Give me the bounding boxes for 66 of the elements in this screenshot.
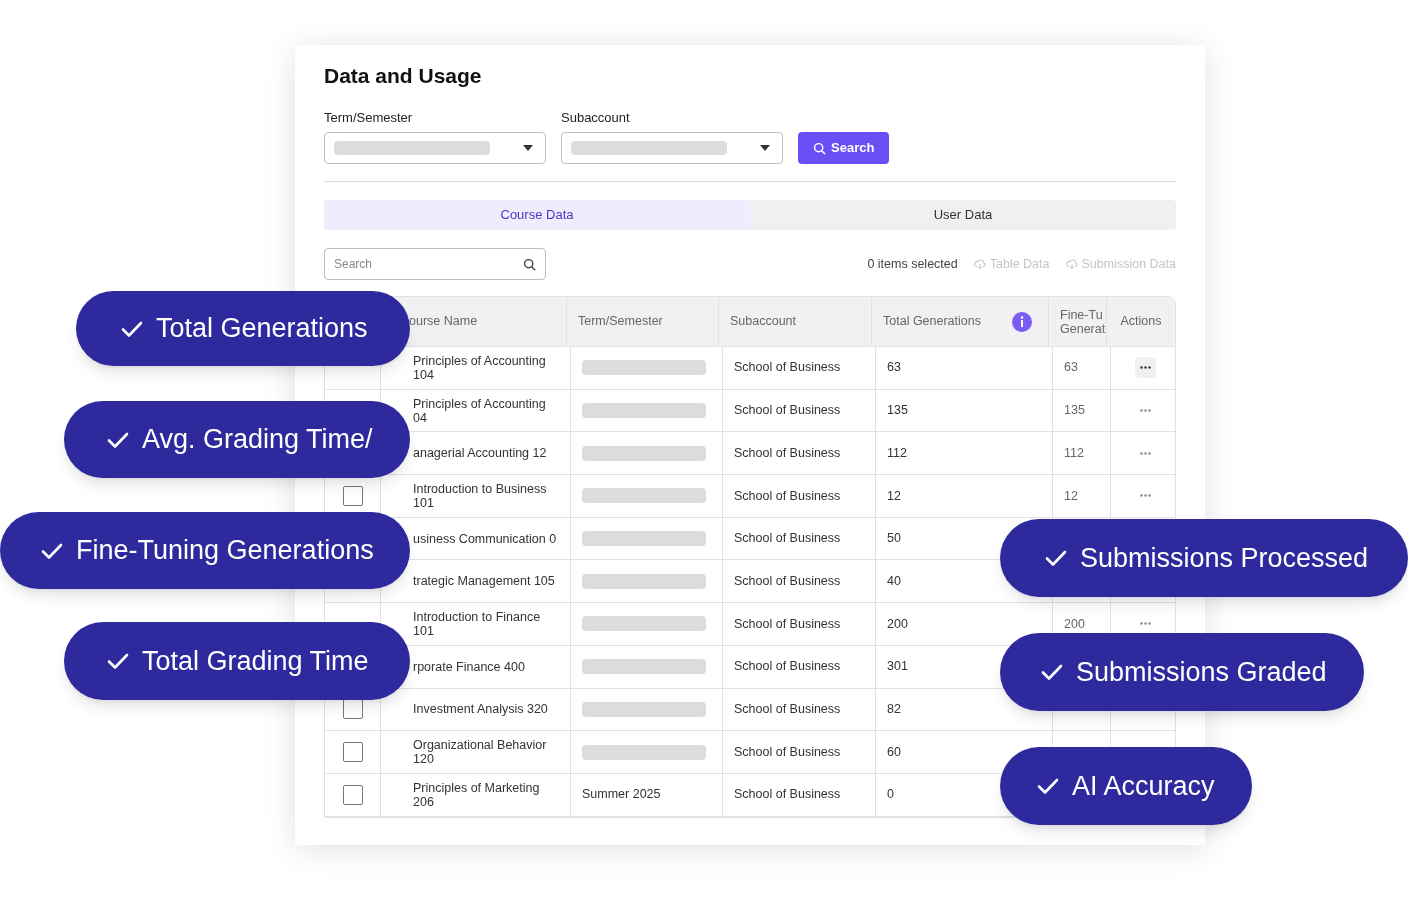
feature-label: Total Generations [156,312,368,346]
feature-label: AI Accuracy [1072,769,1215,803]
more-button[interactable] [1139,622,1151,626]
caret-icon [523,145,533,151]
column-header: Term/Semester [567,297,719,346]
cloud-download-icon [1065,258,1078,270]
table-cell: 112 [876,432,1053,475]
table-cell: School of Business [723,475,876,517]
table-cell: 12 [876,475,1053,517]
column-header: Fine-Tu Generat [1049,297,1107,346]
info-icon[interactable] [1012,311,1032,332]
feature-label: Submissions Processed [1080,541,1369,575]
table-cell-text: 200 [1064,615,1085,633]
feature-label: Total Grading Time [142,644,369,678]
table-cell: School of Business [723,688,876,731]
dropdown-field[interactable] [324,132,546,164]
table-cell: 135 [876,389,1053,432]
more-button[interactable] [1139,494,1151,498]
selection-count: 0 items selected [867,255,958,273]
table-cell-text: Summer 2025 [582,786,661,804]
more-button[interactable] [1134,357,1156,379]
dropdown-field[interactable] [561,132,783,164]
table-cell: School of Business [723,645,876,688]
column-header: Subaccount [719,297,872,346]
caret-icon [760,145,770,151]
page-title: Data and Usage [324,63,483,89]
tab[interactable]: Course Data [324,200,750,230]
more-icon [1139,409,1151,413]
checkbox[interactable] [342,742,363,763]
feature-label: Submissions Graded [1076,655,1327,689]
feature-label: Avg. Grading Time/ [142,423,373,457]
checkbox[interactable] [342,784,363,805]
search-icon [523,258,536,271]
table-cell: School of Business [723,560,876,603]
more-icon [1139,451,1151,455]
cloud-download-icon [973,258,986,270]
table-cell: School of Business [723,389,876,432]
search-field[interactable]: Search [324,248,546,280]
search-button[interactable]: Search [798,132,890,164]
more-icon [1139,622,1151,626]
table-cell: Principles of Marketing 206 [381,773,571,816]
more-button[interactable] [1139,409,1151,413]
feature-label: Fine-Tuning Generations [76,534,374,568]
table-cell: School of Business [723,603,876,645]
table-cell: School of Business [723,517,876,560]
filter-label: Subaccount [561,108,631,127]
more-icon [1139,494,1151,498]
column-header: Actions [1119,313,1163,331]
column-title: Total Generations [883,313,981,331]
table-cell-text: 12 [1064,487,1078,505]
table-cell: School of Business [723,432,876,475]
checkbox[interactable] [342,699,363,720]
checkbox[interactable] [342,485,363,506]
table-cell: 63 [876,347,1053,389]
table-cell: School of Business [723,731,876,773]
more-icon [1139,366,1151,370]
table-cell: Organizational Behavior 120 [381,731,571,773]
tab[interactable]: User Data [750,200,1176,230]
search-icon [813,141,826,155]
filter-label: Term/Semester [324,108,414,127]
more-button[interactable] [1139,451,1151,455]
table-cell-text: 63 [1064,359,1078,377]
table-cell: School of Business [723,773,876,816]
table-cell-text: 135 [1064,402,1085,420]
table-cell-text: 112 [1064,444,1084,462]
table-cell: School of Business [723,347,876,389]
